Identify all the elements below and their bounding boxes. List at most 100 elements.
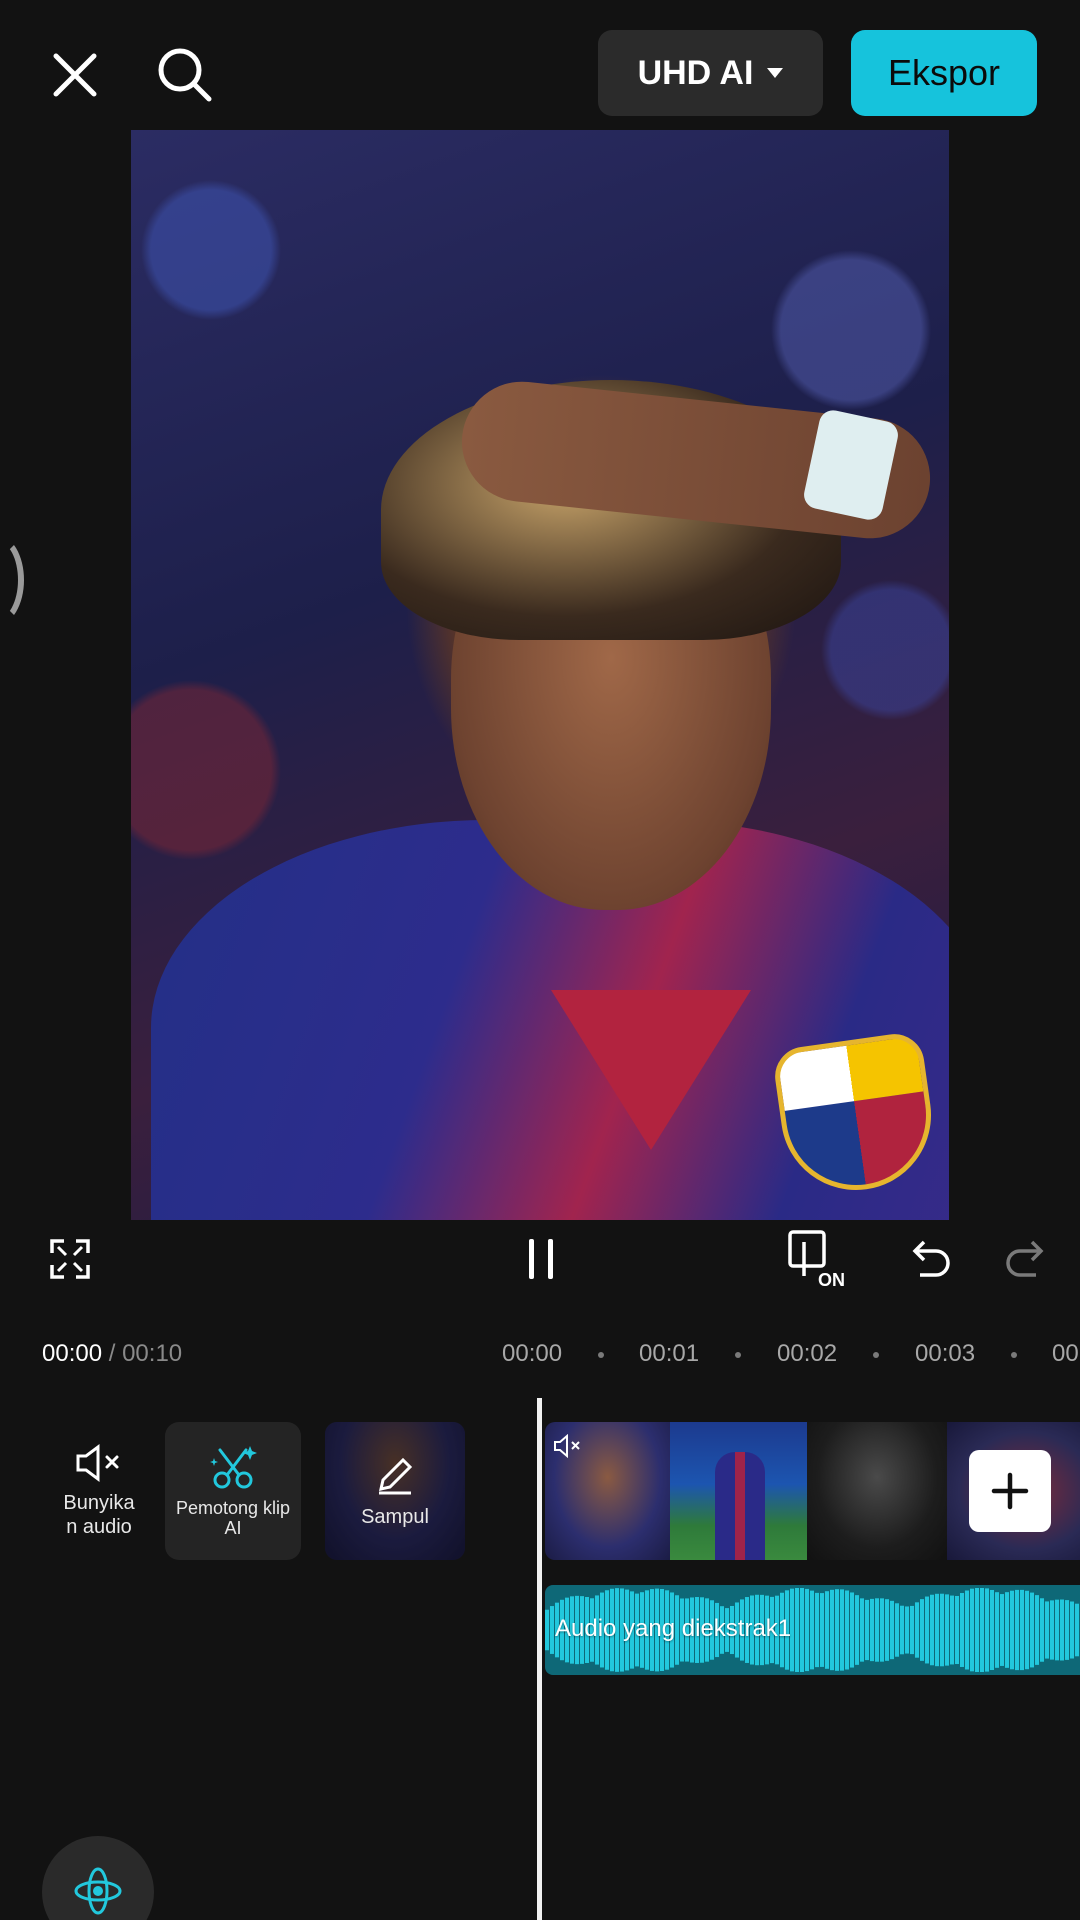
waveform-bar [1000, 1594, 1004, 1666]
video-preview[interactable] [131, 130, 949, 1220]
playhead[interactable] [537, 1398, 542, 1920]
waveform-bar [800, 1588, 804, 1672]
pause-icon [529, 1239, 534, 1279]
search-icon [158, 48, 212, 102]
ai-clip-cutter-label-line2: AI [224, 1518, 242, 1538]
waveform-bar [1025, 1590, 1029, 1670]
add-clip-button[interactable] [969, 1450, 1051, 1532]
waveform-bar [840, 1589, 844, 1671]
waveform-bar [975, 1588, 979, 1672]
waveform-bar [1065, 1600, 1069, 1660]
quality-dropdown[interactable]: UHD AI [598, 30, 823, 116]
undo-icon [912, 1240, 950, 1277]
waveform-bar [865, 1599, 869, 1661]
ruler-dot [1011, 1352, 1017, 1358]
pause-icon-bar [548, 1239, 553, 1279]
waveform-bar [1040, 1598, 1044, 1662]
fullscreen-icon [50, 1239, 90, 1279]
waveform-bar [930, 1594, 934, 1666]
waveform-bar [550, 1606, 554, 1654]
speaker-mute-icon [554, 1434, 580, 1458]
ruler-dot [873, 1352, 879, 1358]
waveform-bar [1050, 1600, 1054, 1660]
video-editor: UHD AI Ekspor ON 00:00 / 00:10 00:00 00:… [0, 0, 1080, 1920]
waveform-bar [825, 1591, 829, 1669]
waveform-bar [990, 1589, 994, 1671]
waveform-bar [870, 1598, 874, 1662]
unmute-label-line1: Bunyika [63, 1492, 135, 1514]
undo-button[interactable] [908, 1235, 952, 1283]
waveform-bar [970, 1588, 974, 1672]
search-button[interactable] [150, 40, 220, 110]
close-icon [53, 53, 97, 97]
waveform-bar [965, 1590, 969, 1670]
waveform-bar [845, 1590, 849, 1670]
waveform-bar [985, 1588, 989, 1672]
waveform-bar [955, 1595, 959, 1665]
scissors-sparkle-icon [210, 1446, 257, 1489]
waveform-bar [920, 1599, 924, 1661]
waveform-bar [980, 1588, 984, 1672]
export-button[interactable]: Ekspor [851, 30, 1037, 116]
clip-thumbnail[interactable] [670, 1422, 807, 1560]
clip-thumbnail[interactable] [807, 1422, 947, 1560]
unmute-audio-button[interactable]: Bunyika n audio [31, 1422, 167, 1560]
plus-icon [991, 1472, 1029, 1510]
waveform-bar [815, 1592, 819, 1668]
waveform-bar [945, 1594, 949, 1666]
redo-button[interactable] [1004, 1235, 1048, 1283]
ruler-label: 00:03 [915, 1340, 976, 1367]
waveform-bar [1075, 1603, 1079, 1657]
waveform-bar [875, 1598, 879, 1662]
waveform-bar [960, 1593, 964, 1667]
waveform-bar [1045, 1601, 1049, 1659]
caret-down-icon [767, 68, 784, 78]
waveform-bar [1020, 1589, 1024, 1671]
close-button[interactable] [40, 40, 110, 110]
export-label: Ekspor [887, 52, 1001, 93]
cover-label: Sampul [361, 1506, 429, 1528]
keyframe-badge: ON [818, 1270, 845, 1290]
waveform-bar [995, 1592, 999, 1668]
keyframe-button[interactable]: ON [786, 1228, 850, 1290]
timecode: 00:00 / 00:10 [42, 1340, 182, 1368]
clip-thumbnail[interactable] [545, 1422, 670, 1560]
ai-clip-cutter-button[interactable]: Pemotong klip AI [165, 1422, 301, 1560]
ruler-dot [598, 1352, 604, 1358]
effects-button[interactable] [42, 1836, 154, 1920]
pause-button[interactable] [520, 1235, 562, 1283]
waveform-bar [905, 1606, 909, 1654]
ruler-label: 00:00 [502, 1340, 563, 1367]
waveform-bar [830, 1589, 834, 1671]
waveform-bar [910, 1605, 914, 1655]
waveform-bar [900, 1605, 904, 1655]
cover-button[interactable]: Sampul [325, 1422, 465, 1560]
waveform-bar [835, 1589, 839, 1671]
waveform-bar [950, 1595, 954, 1665]
waveform-bar [1030, 1592, 1034, 1668]
time-separator: / [102, 1340, 123, 1367]
waveform-bar [850, 1592, 854, 1668]
waveform-bar [860, 1598, 864, 1662]
waveform-bar [1055, 1599, 1059, 1661]
thumbnail-player-figure [715, 1452, 765, 1560]
waveform-bar [1005, 1592, 1009, 1668]
audio-track[interactable]: Audio yang diekstrak1 [545, 1585, 1080, 1675]
fullscreen-button[interactable] [44, 1233, 96, 1285]
total-time: 00:10 [122, 1340, 183, 1367]
pencil-icon [379, 1457, 413, 1495]
waveform-bar [1070, 1601, 1074, 1659]
orbit-icon [74, 1867, 122, 1915]
unmute-audio-label: Bunyika n audio [63, 1491, 134, 1539]
edge-handle[interactable] [0, 535, 24, 625]
waveform-bar [915, 1602, 919, 1658]
waveform-bar [1060, 1599, 1064, 1661]
waveform-bar [925, 1596, 929, 1664]
current-time: 00:00 [42, 1340, 103, 1367]
waveform-bar [810, 1590, 814, 1670]
waveform-bar [820, 1593, 824, 1667]
audio-track-label: Audio yang diekstrak1 [555, 1615, 792, 1642]
ai-clip-cutter-label: Pemotong klip AI [176, 1498, 290, 1538]
ruler-label: 00 [1052, 1340, 1079, 1367]
waveform-bar [935, 1593, 939, 1667]
